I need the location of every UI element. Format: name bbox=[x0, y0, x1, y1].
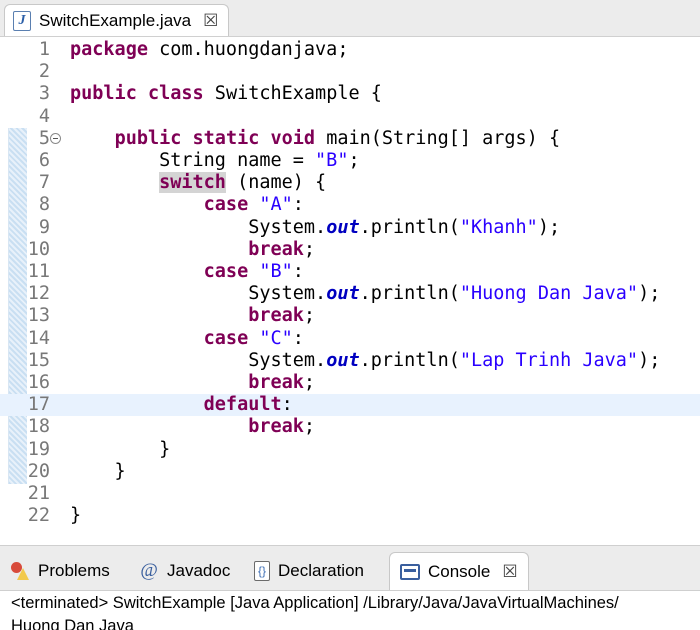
code-text: System.out.println("Khanh"); bbox=[70, 216, 561, 238]
code-line[interactable]: 7 switch (name) { bbox=[0, 172, 700, 194]
editor-tab-bar: J SwitchExample.java ☒ bbox=[0, 0, 700, 37]
java-file-icon: J bbox=[13, 10, 31, 31]
line-number: 4 bbox=[38, 105, 50, 127]
close-icon[interactable]: ☒ bbox=[203, 12, 218, 29]
tab-javadoc-label: Javadoc bbox=[167, 561, 231, 580]
code-line[interactable]: 11 case "B": bbox=[0, 261, 700, 283]
code-text: } bbox=[70, 505, 82, 527]
tab-declaration-label: Declaration bbox=[278, 561, 364, 580]
line-number: 1 bbox=[38, 39, 50, 60]
line-number: 17 bbox=[27, 394, 50, 416]
tab-console-label: Console bbox=[428, 561, 491, 581]
code-text: } bbox=[70, 438, 171, 460]
code-text: break; bbox=[248, 238, 316, 260]
at-icon: @ bbox=[140, 560, 158, 581]
line-number: 7 bbox=[38, 172, 50, 194]
line-number: 14 bbox=[27, 327, 50, 349]
code-line[interactable]: 18 break; bbox=[0, 416, 700, 438]
code-line[interactable]: 5 public static void main(String[] args)… bbox=[0, 128, 700, 150]
code-text: break; bbox=[248, 416, 316, 438]
line-number: 5 bbox=[38, 127, 50, 149]
line-number: 21 bbox=[27, 483, 50, 504]
line-number: 6 bbox=[38, 150, 50, 171]
code-line[interactable]: 14 case "C": bbox=[0, 328, 700, 350]
tab-problems[interactable]: Problems bbox=[10, 552, 110, 590]
line-number: 9 bbox=[38, 216, 50, 238]
code-text: package com.huongdanjava; bbox=[70, 39, 349, 60]
code-line[interactable]: 19 } bbox=[0, 439, 700, 461]
editor-tab-title: SwitchExample.java bbox=[39, 10, 192, 30]
code-line[interactable]: 6 String name = "B"; bbox=[0, 150, 700, 172]
code-text: switch (name) { bbox=[159, 172, 327, 194]
line-number: 13 bbox=[27, 305, 50, 327]
code-text: public static void main(String[] args) { bbox=[114, 127, 561, 149]
code-line[interactable]: 12 System.out.println("Huong Dan Java"); bbox=[0, 283, 700, 305]
code-line[interactable]: 22} bbox=[0, 505, 700, 527]
code-line[interactable]: 20 } bbox=[0, 461, 700, 483]
code-line[interactable]: 16 break; bbox=[0, 372, 700, 394]
code-line[interactable]: 8 case "A": bbox=[0, 194, 700, 216]
bottom-panel-tabs: Problems @ Javadoc {} Declaration Consol… bbox=[0, 545, 700, 591]
line-number: 2 bbox=[38, 61, 50, 83]
console-status: <terminated> SwitchExample [Java Applica… bbox=[11, 594, 619, 612]
close-icon[interactable]: ☒ bbox=[502, 563, 517, 580]
editor-tab-switchexample[interactable]: J SwitchExample.java ☒ bbox=[4, 4, 230, 36]
line-number: 8 bbox=[38, 194, 50, 216]
code-text: System.out.println("Lap Trinh Java"); bbox=[70, 349, 661, 371]
tab-problems-label: Problems bbox=[38, 561, 110, 580]
line-number: 12 bbox=[27, 283, 50, 305]
code-text: System.out.println("Huong Dan Java"); bbox=[70, 283, 661, 305]
line-number: 15 bbox=[27, 349, 50, 371]
line-number: 10 bbox=[27, 238, 50, 260]
code-text: break; bbox=[248, 372, 316, 393]
code-line[interactable]: 2 bbox=[0, 61, 700, 83]
line-number: 16 bbox=[27, 372, 50, 393]
tab-declaration[interactable]: {} Declaration bbox=[254, 552, 364, 590]
console-output[interactable]: <terminated> SwitchExample [Java Applica… bbox=[0, 591, 700, 630]
code-text: case "A": bbox=[203, 194, 304, 216]
tab-javadoc[interactable]: @ Javadoc bbox=[139, 552, 230, 590]
code-line[interactable]: 10 break; bbox=[0, 239, 700, 261]
code-text: String name = "B"; bbox=[70, 150, 360, 171]
code-text: case "C": bbox=[203, 327, 304, 349]
code-line[interactable]: 21 bbox=[0, 483, 700, 505]
line-number: 20 bbox=[27, 460, 50, 482]
line-number: 3 bbox=[38, 83, 50, 105]
code-line[interactable]: 17 default: bbox=[0, 394, 700, 417]
problems-icon bbox=[10, 561, 30, 581]
code-text: } bbox=[70, 460, 126, 482]
line-number: 11 bbox=[27, 261, 50, 282]
line-number: 19 bbox=[27, 438, 50, 460]
line-number: 22 bbox=[27, 505, 50, 527]
declaration-icon: {} bbox=[254, 561, 270, 581]
console-output-line: Huong Dan Java bbox=[11, 617, 134, 630]
code-line[interactable]: 9 System.out.println("Khanh"); bbox=[0, 217, 700, 239]
code-text: public class SwitchExample { bbox=[70, 83, 382, 105]
code-line[interactable]: 13 break; bbox=[0, 305, 700, 327]
code-line[interactable]: 3 public class SwitchExample { bbox=[0, 83, 700, 105]
tab-console[interactable]: Console ☒ bbox=[389, 552, 529, 590]
code-line[interactable]: 4 bbox=[0, 106, 700, 128]
code-line[interactable]: 15 System.out.println("Lap Trinh Java"); bbox=[0, 350, 700, 372]
code-line[interactable]: 1 package com.huongdanjava; bbox=[0, 39, 700, 61]
code-text: default: bbox=[203, 394, 293, 416]
code-text: break; bbox=[248, 305, 316, 327]
fold-collapse-icon[interactable] bbox=[50, 132, 61, 144]
console-icon bbox=[400, 563, 420, 580]
line-number: 18 bbox=[27, 416, 50, 438]
code-text: case "B": bbox=[203, 261, 304, 282]
code-editor[interactable]: 1 package com.huongdanjava; 2 3 public class… bbox=[0, 37, 700, 537]
